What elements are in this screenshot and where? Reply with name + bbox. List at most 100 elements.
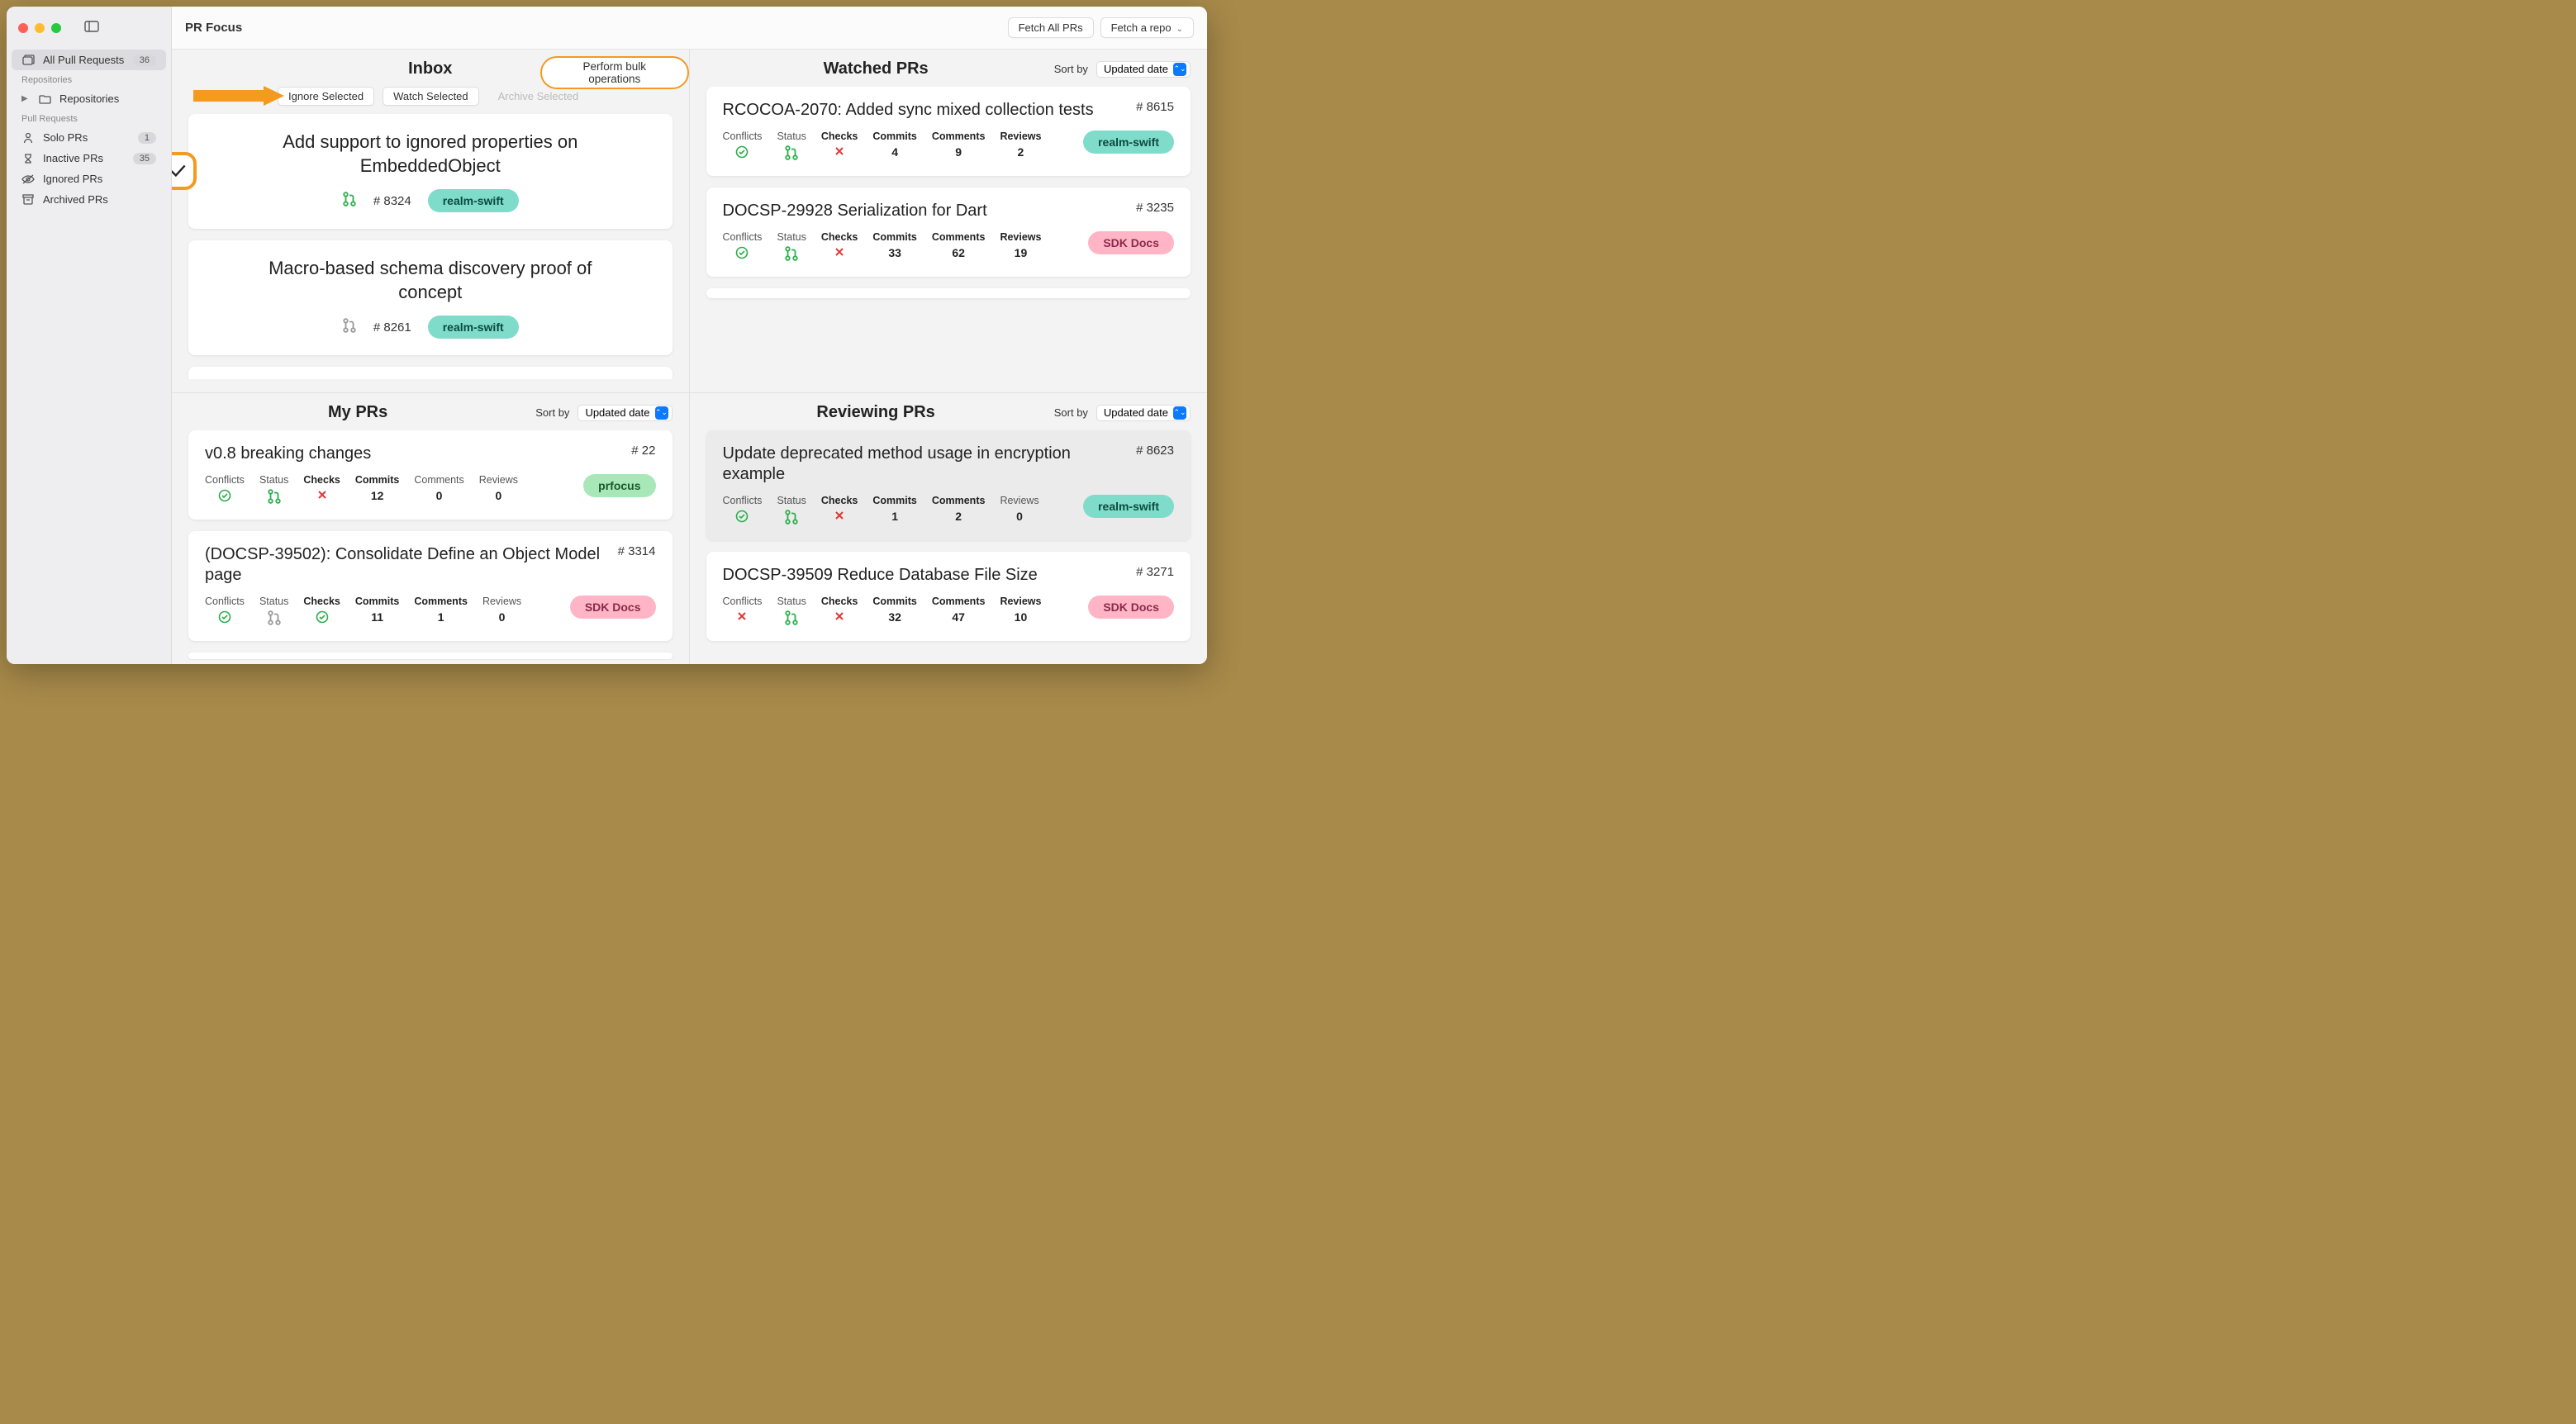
panel-title-reviewing: Reviewing PRs: [816, 403, 934, 422]
stat-reviews: 19: [1000, 246, 1041, 259]
pr-number: # 22: [631, 444, 655, 458]
sidebar-label: Repositories: [59, 93, 119, 105]
stat-label: Status: [777, 131, 806, 142]
sort-select[interactable]: Updated date ⌃⌄: [1096, 405, 1191, 421]
stat-label: Commits: [872, 495, 916, 506]
stat-label: Comments: [932, 131, 986, 142]
stat-label: Commits: [872, 231, 916, 243]
window-minimize-button[interactable]: [35, 23, 45, 33]
sidebar-count-badge: 1: [138, 132, 156, 144]
archived-icon: [21, 194, 35, 205]
stat-comments: 0: [414, 489, 463, 502]
sort-label: Sort by: [535, 406, 569, 419]
inbox-card[interactable]: Macro-based schema discovery proof of co…: [188, 240, 673, 355]
stat-label: Checks: [821, 596, 858, 607]
sidebar-item-archived[interactable]: Archived PRs: [7, 189, 171, 210]
sidebar-label: Ignored PRs: [43, 173, 102, 185]
stat-commits: 1: [872, 510, 916, 523]
sidebar-item-repositories[interactable]: ▶ Repositories: [7, 88, 171, 109]
pr-status-icon: [342, 318, 357, 337]
sidebar-label: All Pull Requests: [43, 54, 124, 66]
ignore-selected-button[interactable]: Ignore Selected: [278, 87, 374, 106]
pr-number: # 8324: [373, 194, 411, 208]
toolbar: PR Focus Fetch All PRs Fetch a repo⌄: [172, 7, 1207, 50]
stat-label: Commits: [872, 596, 916, 607]
stat-conflicts-icon: [205, 489, 245, 505]
sidebar-item-solo[interactable]: Solo PRs 1: [7, 127, 171, 148]
stat-label: Commits: [355, 474, 399, 486]
panel-reviewing: Reviewing PRs Sort by Updated date ⌃⌄ Up…: [690, 393, 1208, 664]
select-caret-icon: ⌃⌄: [1173, 63, 1186, 76]
stat-conflicts-icon: [205, 610, 245, 626]
sidebar-item-all-prs[interactable]: All Pull Requests 36: [12, 50, 166, 70]
pr-title: DOCSP-39509 Reduce Database File Size: [723, 565, 1125, 586]
watched-card[interactable]: [706, 288, 1191, 298]
repo-pill: prfocus: [583, 474, 655, 497]
pr-title: RCOCOA-2070: Added sync mixed collection…: [723, 100, 1125, 121]
stat-status-icon: [777, 510, 806, 527]
my-pr-card[interactable]: v0.8 breaking changes # 22 Conflicts Sta…: [188, 430, 673, 520]
stat-status-icon: [259, 489, 288, 506]
watched-card[interactable]: DOCSP-29928 Serialization for Dart # 323…: [706, 187, 1191, 277]
stat-comments: 47: [932, 610, 986, 624]
window-close-button[interactable]: [18, 23, 28, 33]
chevron-down-icon: ⌄: [1176, 25, 1183, 34]
my-pr-card[interactable]: [188, 653, 673, 659]
stat-label: Checks: [303, 596, 340, 607]
pr-number: # 8623: [1136, 444, 1174, 458]
sort-select[interactable]: Updated date ⌃⌄: [1096, 61, 1191, 78]
stat-status-icon: [777, 246, 806, 263]
pr-title: (DOCSP-39502): Consolidate Define an Obj…: [205, 544, 606, 586]
stat-label: Reviews: [482, 596, 521, 607]
stat-reviews: 2: [1000, 145, 1041, 159]
stat-label: Conflicts: [723, 596, 763, 607]
stat-reviews: 0: [479, 489, 518, 502]
window-maximize-button[interactable]: [51, 23, 61, 33]
stat-reviews: 10: [1000, 610, 1041, 624]
pr-title: Add support to ignored properties on Emb…: [257, 131, 604, 178]
stat-label: Reviews: [479, 474, 518, 486]
my-pr-card[interactable]: (DOCSP-39502): Consolidate Define an Obj…: [188, 531, 673, 641]
bulk-select-checkbox[interactable]: [172, 152, 197, 190]
sidebar-toggle-icon[interactable]: [84, 21, 99, 36]
inbox-card[interactable]: [188, 367, 673, 379]
solo-icon: [21, 132, 35, 144]
stat-label: Conflicts: [205, 474, 245, 486]
stat-checks-icon: [303, 489, 340, 503]
sidebar-item-ignored[interactable]: Ignored PRs: [7, 169, 171, 189]
fetch-repo-button[interactable]: Fetch a repo⌄: [1100, 17, 1194, 38]
stat-commits: 11: [355, 610, 399, 624]
panel-my-prs: My PRs Sort by Updated date ⌃⌄ v0.8 brea…: [172, 393, 690, 664]
sidebar-label: Inactive PRs: [43, 152, 103, 164]
stat-comments: 2: [932, 510, 986, 523]
bulk-operations-toggle[interactable]: Perform bulk operations: [540, 56, 689, 89]
stat-label: Comments: [932, 596, 986, 607]
inbox-card[interactable]: Add support to ignored properties on Emb…: [188, 114, 673, 229]
stat-label: Reviews: [1000, 231, 1041, 243]
stat-label: Conflicts: [723, 131, 763, 142]
reviewing-card[interactable]: DOCSP-39509 Reduce Database File Size # …: [706, 552, 1191, 641]
sort-select[interactable]: Updated date ⌃⌄: [577, 405, 672, 421]
stat-label: Comments: [414, 596, 468, 607]
stat-label: Status: [777, 231, 806, 243]
stat-status-icon: [259, 610, 288, 628]
stat-label: Comments: [414, 474, 463, 486]
stat-conflicts-icon: [723, 610, 763, 624]
watched-card[interactable]: RCOCOA-2070: Added sync mixed collection…: [706, 87, 1191, 176]
sidebar-label: Archived PRs: [43, 193, 108, 206]
reviewing-card[interactable]: Update deprecated method usage in encryp…: [706, 430, 1191, 540]
stat-commits: 33: [872, 246, 916, 259]
fetch-all-button[interactable]: Fetch All PRs: [1008, 17, 1094, 38]
stat-label: Checks: [303, 474, 340, 486]
pr-title: v0.8 breaking changes: [205, 444, 620, 464]
sidebar-item-inactive[interactable]: Inactive PRs 35: [7, 148, 171, 169]
stat-status-icon: [777, 610, 806, 628]
pr-number: # 8261: [373, 320, 411, 335]
sidebar-section-repos: Repositories: [7, 70, 171, 88]
pr-number: # 3271: [1136, 565, 1174, 579]
pr-number: # 8615: [1136, 100, 1174, 114]
repo-pill: SDK Docs: [570, 596, 656, 619]
watch-selected-button[interactable]: Watch Selected: [383, 87, 479, 106]
stat-label: Status: [777, 495, 806, 506]
stat-label: Checks: [821, 231, 858, 243]
